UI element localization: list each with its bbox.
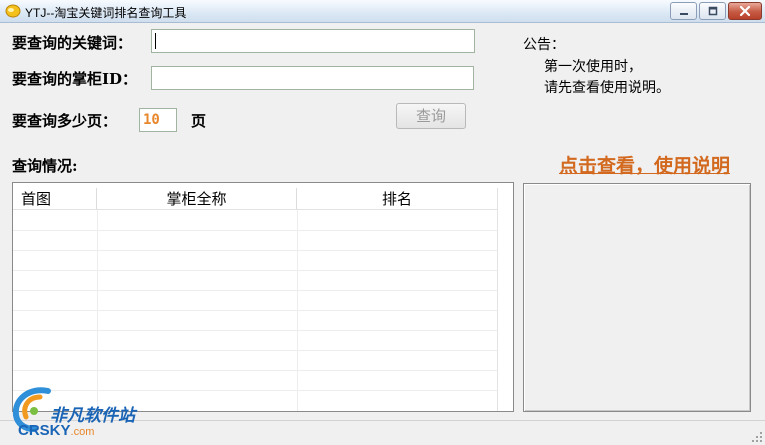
title-bar[interactable]: YTJ--淘宝关键词排名查询工具 [0, 0, 765, 23]
table-row [13, 270, 497, 271]
pages-label: 要查询多少页： [12, 112, 118, 130]
query-button[interactable]: 查询 [396, 103, 466, 129]
table-row [13, 230, 497, 231]
table-row [13, 250, 497, 251]
table-row [13, 290, 497, 291]
watermark-en-text: CRSKY.com [18, 422, 94, 439]
query-status-label: 查询情况: [12, 157, 78, 175]
shopkeeper-id-input[interactable] [151, 66, 474, 90]
preview-panel [523, 183, 751, 412]
shopkeeper-id-label: 要查询的掌柜ID： [12, 70, 138, 88]
notice-title: 公告： [523, 37, 565, 53]
maximize-icon [708, 6, 717, 16]
window-title: YTJ--淘宝关键词排名查询工具 [25, 6, 187, 20]
pages-input[interactable] [139, 108, 177, 132]
results-scrollbar[interactable] [497, 188, 513, 411]
pages-unit-label: 页 [191, 112, 207, 130]
table-row [13, 370, 497, 371]
help-instructions-link[interactable]: 点击查看，使用说明 [559, 151, 730, 178]
resize-grip-icon[interactable] [751, 431, 763, 443]
keyword-label: 要查询的关键词： [12, 34, 133, 52]
column-divider [97, 210, 98, 411]
close-icon [739, 5, 751, 17]
notice-line-2: 请先查看使用说明。 [544, 80, 670, 96]
results-table-header: 首图 掌柜全称 排名 [13, 188, 497, 210]
table-row [13, 350, 497, 351]
column-divider [297, 210, 298, 411]
table-row [13, 330, 497, 331]
results-table[interactable]: 首图 掌柜全称 排名 [12, 182, 514, 412]
column-header-image[interactable]: 首图 [13, 188, 97, 209]
watermark-brand: CRSKY [18, 422, 71, 439]
column-header-shopkeeper-name[interactable]: 掌柜全称 [97, 188, 297, 209]
table-row [13, 310, 497, 311]
app-icon [5, 4, 21, 18]
close-button[interactable] [728, 2, 762, 20]
column-header-rank[interactable]: 排名 [297, 188, 497, 209]
minimize-button[interactable] [670, 2, 697, 20]
notice-line-1: 第一次使用时， [544, 59, 642, 75]
crsky-watermark: 非凡软件站 CRSKY.com [8, 383, 158, 443]
watermark-domain: .com [70, 426, 95, 438]
minimize-icon [679, 13, 688, 15]
maximize-button[interactable] [699, 2, 726, 20]
keyword-input[interactable] [151, 29, 475, 53]
text-caret [155, 33, 156, 49]
